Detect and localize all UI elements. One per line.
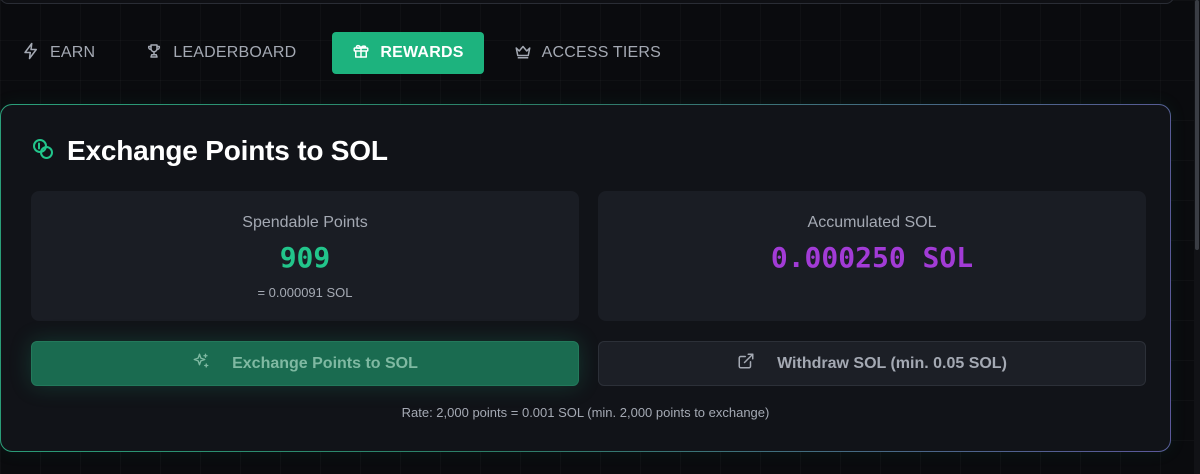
withdraw-sol-button[interactable]: Withdraw SOL (min. 0.05 SOL) — [598, 341, 1146, 386]
external-link-icon — [737, 352, 755, 375]
tab-earn[interactable]: EARN — [8, 32, 109, 74]
tab-leaderboard-label: LEADERBOARD — [173, 44, 297, 61]
accumulated-sol-panel: Accumulated SOL 0.000250 SOL — [598, 191, 1146, 321]
exchange-card: Exchange Points to SOL Spendable Points … — [0, 104, 1171, 452]
spendable-points-sol-equivalent: = 0.000091 SOL — [257, 285, 353, 300]
accumulated-sol-value: 0.000250 SOL — [770, 241, 974, 274]
tab-leaderboard[interactable]: LEADERBOARD — [131, 32, 310, 74]
spendable-points-label: Spendable Points — [242, 214, 368, 231]
lightning-icon — [22, 42, 40, 65]
exchange-points-button-label: Exchange Points to SOL — [232, 354, 418, 372]
tab-rewards[interactable]: REWARDS — [332, 32, 484, 74]
crown-icon — [514, 42, 532, 65]
tab-bar: EARN LEADERBOARD REWARDS ACCESS TIERS — [8, 32, 697, 74]
accumulated-sol-label: Accumulated SOL — [807, 214, 937, 231]
tab-access-tiers[interactable]: ACCESS TIERS — [500, 32, 675, 74]
exchange-points-button[interactable]: Exchange Points to SOL — [31, 341, 579, 386]
tab-rewards-label: REWARDS — [380, 44, 464, 61]
trophy-icon — [145, 42, 163, 65]
page-scrollbar[interactable] — [1194, 0, 1200, 474]
card-title: Exchange Points to SOL — [67, 135, 388, 166]
top-panel-edge — [0, 0, 1174, 4]
spendable-points-value: 909 — [279, 241, 331, 274]
tab-access-tiers-label: ACCESS TIERS — [541, 44, 662, 61]
sparkles-icon — [192, 352, 210, 375]
coins-icon — [31, 137, 55, 166]
tab-earn-label: EARN — [50, 44, 96, 61]
exchange-rate-note: Rate: 2,000 points = 0.001 SOL (min. 2,0… — [401, 405, 770, 420]
withdraw-sol-button-label: Withdraw SOL (min. 0.05 SOL) — [777, 354, 1007, 372]
card-header: Exchange Points to SOL — [31, 135, 388, 167]
spendable-points-panel: Spendable Points 909 = 0.000091 SOL — [31, 191, 579, 321]
gift-icon — [352, 42, 370, 65]
scrollbar-thumb[interactable] — [1195, 0, 1199, 250]
